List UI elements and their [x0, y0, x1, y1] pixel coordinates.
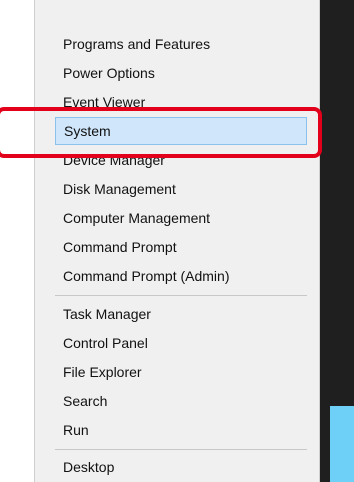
menu-item-event-viewer[interactable]: Event Viewer [55, 88, 307, 116]
menu-separator [55, 449, 307, 450]
menu-separator [55, 295, 307, 296]
menu-item-desktop[interactable]: Desktop [55, 453, 307, 481]
menu-item-file-explorer[interactable]: File Explorer [55, 358, 307, 386]
menu-top-padding [35, 0, 319, 30]
menu-item-power-options[interactable]: Power Options [55, 59, 307, 87]
menu-item-programs-and-features[interactable]: Programs and Features [55, 30, 307, 58]
menu-item-task-manager[interactable]: Task Manager [55, 300, 307, 328]
menu-item-computer-management[interactable]: Computer Management [55, 204, 307, 232]
desktop-background-left [0, 0, 34, 482]
menu-item-disk-management[interactable]: Disk Management [55, 175, 307, 203]
menu-item-command-prompt[interactable]: Command Prompt [55, 233, 307, 261]
menu-item-run[interactable]: Run [55, 416, 307, 444]
menu-item-control-panel[interactable]: Control Panel [55, 329, 307, 357]
taskbar-accent [330, 406, 354, 482]
quick-link-menu: Programs and Features Power Options Even… [34, 0, 320, 482]
menu-item-command-prompt-admin[interactable]: Command Prompt (Admin) [55, 262, 307, 290]
screenshot: Programs and Features Power Options Even… [0, 0, 354, 482]
menu-item-search[interactable]: Search [55, 387, 307, 415]
menu-item-device-manager[interactable]: Device Manager [55, 146, 307, 174]
menu-item-system[interactable]: System [55, 117, 307, 145]
